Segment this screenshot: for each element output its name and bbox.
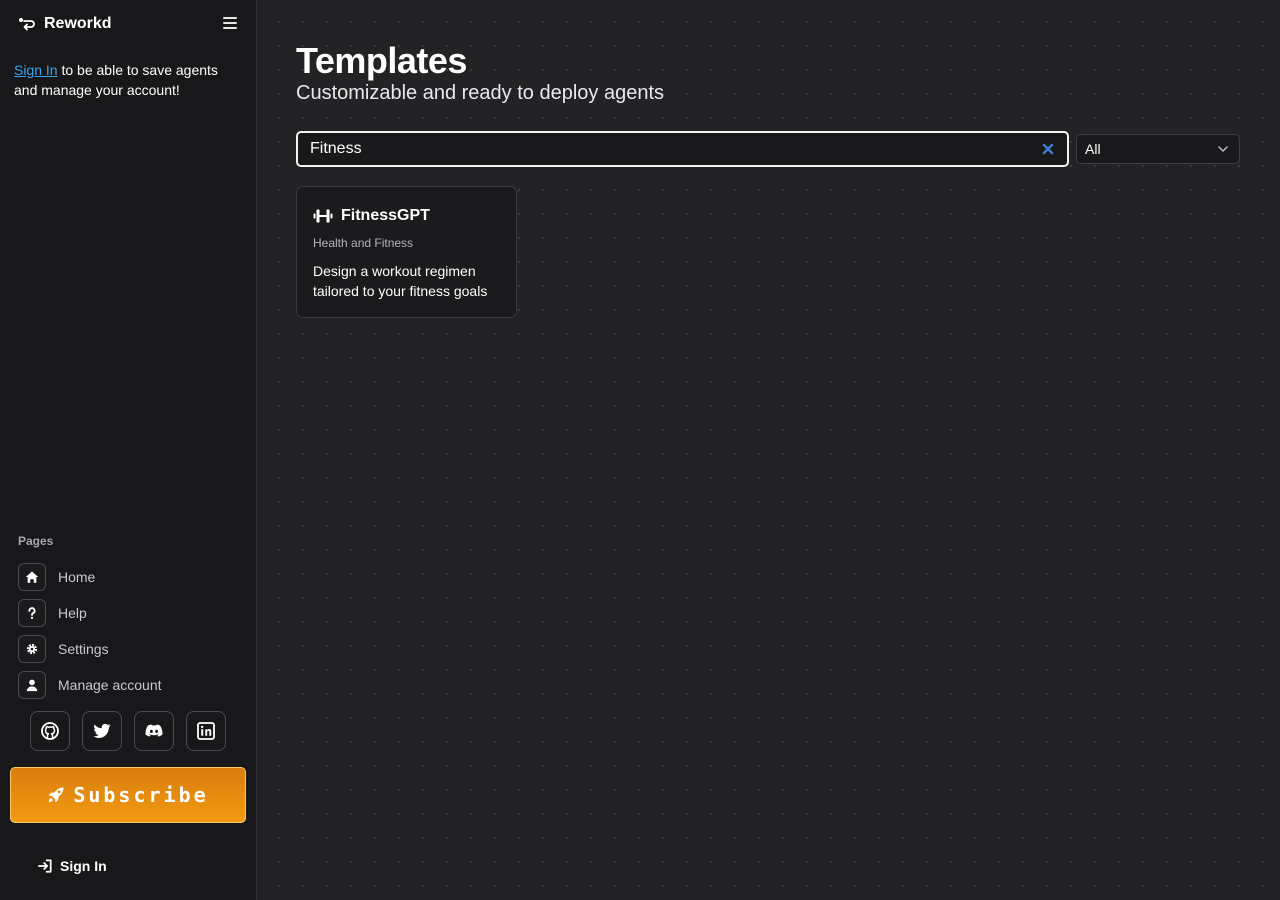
user-icon (18, 671, 46, 699)
discord-button[interactable] (134, 711, 174, 751)
sidebar: Reworkd Sign In to be able to save agent… (0, 0, 257, 900)
menu-toggle-button[interactable] (221, 14, 239, 32)
question-icon (18, 599, 46, 627)
sidebar-item-manage-account[interactable]: Manage account (18, 671, 238, 699)
sidebar-item-label: Settings (58, 641, 109, 657)
card-header: FitnessGPT (313, 207, 430, 225)
signin-link[interactable]: Sign In (14, 62, 58, 78)
sidebar-item-help[interactable]: Help (18, 599, 238, 627)
reworkd-logo-icon (19, 18, 35, 31)
subscribe-button[interactable]: Subscribe (10, 767, 246, 823)
page-title: Templates (296, 40, 467, 81)
search-box (296, 131, 1069, 167)
brand-logo[interactable]: Reworkd (18, 14, 112, 34)
card-description: Design a workout regimen tailored to you… (313, 263, 488, 299)
sidebar-item-home[interactable]: Home (18, 563, 238, 591)
gear-icon (18, 635, 46, 663)
main-content: Templates Customizable and ready to depl… (257, 0, 1280, 900)
signin-note: Sign In to be able to save agents and ma… (14, 60, 239, 100)
search-input[interactable] (298, 133, 1067, 165)
filter-selected-value: All (1085, 141, 1101, 157)
brand-name: Reworkd (44, 15, 112, 32)
home-icon (18, 563, 46, 591)
card-category: Health and Fitness (313, 236, 414, 250)
category-filter-select[interactable]: All (1076, 134, 1240, 164)
rocket-icon (48, 787, 64, 803)
sidebar-item-settings[interactable]: Settings (18, 635, 238, 663)
linkedin-icon (197, 722, 215, 740)
social-links (30, 711, 226, 751)
signin-button-label: Sign In (60, 858, 107, 874)
discord-icon (145, 724, 163, 737)
linkedin-button[interactable] (186, 711, 226, 751)
twitter-icon (93, 723, 111, 738)
subscribe-label: Subscribe (73, 783, 209, 807)
sidebar-item-label: Manage account (58, 677, 162, 693)
chevron-down-icon (1218, 146, 1228, 152)
sign-in-icon (38, 859, 52, 873)
signin-button[interactable]: Sign In (38, 856, 107, 876)
page-subtitle: Customizable and ready to deploy agents (296, 82, 665, 104)
hamburger-icon (223, 17, 237, 19)
clear-search-icon[interactable] (1041, 142, 1055, 156)
card-title: FitnessGPT (341, 207, 430, 224)
sidebar-item-label: Help (58, 605, 87, 621)
dumbbell-icon (313, 209, 333, 223)
pages-heading: Pages (18, 534, 54, 548)
github-button[interactable] (30, 711, 70, 751)
twitter-button[interactable] (82, 711, 122, 751)
template-card-fitnessgpt[interactable]: FitnessGPT Health and Fitness Design a w… (296, 186, 517, 318)
sidebar-item-label: Home (58, 569, 96, 585)
github-icon (41, 722, 59, 740)
